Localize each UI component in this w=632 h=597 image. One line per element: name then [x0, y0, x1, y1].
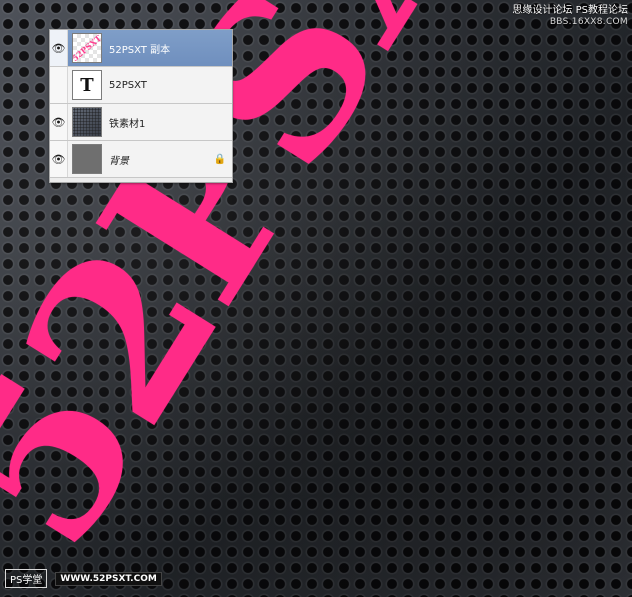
- bottom-watermark: PS学堂 WWW.52PSXT.COM: [5, 569, 162, 588]
- visibility-toggle[interactable]: 👁: [50, 67, 68, 103]
- layer-name[interactable]: 52PSXT 副本: [109, 41, 232, 56]
- layer-row[interactable]: 👁 铁素材1: [50, 104, 232, 141]
- watermark-badge-right: WWW.52PSXT.COM: [55, 571, 162, 586]
- eye-icon[interactable]: 👁: [50, 30, 68, 66]
- watermark-badge-left: PS学堂: [5, 569, 48, 588]
- watermark-url: BBS.16XX8.COM: [549, 16, 628, 27]
- layer-thumbnail[interactable]: 52PSXT: [72, 33, 102, 63]
- layer-row[interactable]: 👁 背景 🔒: [50, 141, 232, 178]
- eye-icon[interactable]: 👁: [50, 141, 68, 177]
- watermark-line-2: PS教程论坛: [575, 5, 628, 16]
- text-icon: T: [80, 74, 94, 96]
- lock-icon[interactable]: 🔒: [213, 154, 227, 165]
- layer-row[interactable]: 👁 52PSXT 52PSXT 副本: [50, 30, 232, 67]
- layer-thumbnail[interactable]: [72, 107, 102, 137]
- layer-thumbnail[interactable]: [72, 144, 102, 174]
- thumbnail-text: 52PSXT: [72, 33, 102, 63]
- document-canvas[interactable]: 52PSXT 👁 52PSXT 52PSXT 副本 👁 T 52PSXT 👁 铁…: [0, 0, 632, 597]
- watermark-line-1: 思缘设计论坛: [512, 5, 573, 16]
- layers-panel[interactable]: 👁 52PSXT 52PSXT 副本 👁 T 52PSXT 👁 铁素材1 👁 背…: [49, 29, 233, 183]
- eye-icon[interactable]: 👁: [50, 104, 68, 140]
- layer-row[interactable]: 👁 T 52PSXT: [50, 67, 232, 104]
- layer-name[interactable]: 背景: [109, 152, 213, 167]
- text-layer-icon[interactable]: T: [72, 70, 102, 100]
- top-watermark: 思缘设计论坛 PS教程论坛 BBS.16XX8.COM: [512, 5, 628, 27]
- layer-name[interactable]: 52PSXT: [109, 80, 232, 91]
- layer-name[interactable]: 铁素材1: [109, 115, 232, 130]
